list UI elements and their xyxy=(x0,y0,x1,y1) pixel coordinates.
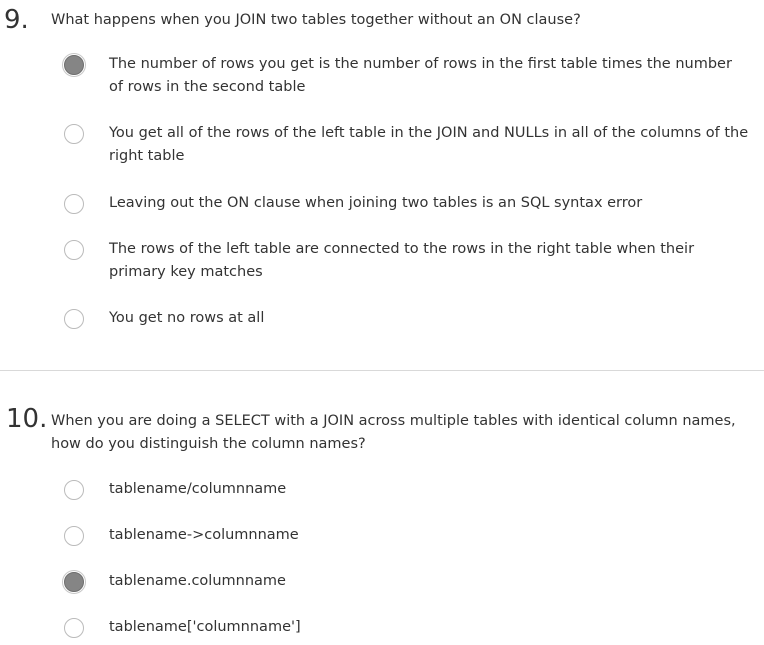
radio-button[interactable] xyxy=(64,480,84,500)
option-label: tablename.columnname xyxy=(109,573,286,589)
option-label: Leaving out the ON clause when joining t… xyxy=(109,195,643,211)
radio-button[interactable] xyxy=(64,124,84,144)
question-text: When you are doing a SELECT with a JOIN … xyxy=(51,413,736,452)
question-number: 9. xyxy=(4,5,29,35)
question-number: 10. xyxy=(6,404,48,434)
question-text: What happens when you JOIN two tables to… xyxy=(51,12,581,28)
radio-button[interactable] xyxy=(64,194,84,214)
option-label: tablename->columnname xyxy=(109,527,299,543)
radio-button-checked[interactable] xyxy=(62,570,86,594)
option-label: The number of rows you get is the number… xyxy=(109,56,732,95)
option-label: The rows of the left table are connected… xyxy=(109,241,695,280)
question-10: 10. When you are doing a SELECT with a J… xyxy=(0,371,764,645)
radio-button[interactable] xyxy=(64,526,84,546)
radio-button[interactable] xyxy=(64,240,84,260)
question-9: 9. What happens when you JOIN two tables… xyxy=(0,0,764,370)
option-label: tablename/columnname xyxy=(109,481,287,497)
radio-button-checked[interactable] xyxy=(62,53,86,77)
option-label: You get no rows at all xyxy=(109,310,265,326)
option-label: tablename['columnname'] xyxy=(109,619,301,635)
radio-button[interactable] xyxy=(64,618,84,638)
option-label: You get all of the rows of the left tabl… xyxy=(109,125,749,164)
radio-button[interactable] xyxy=(64,309,84,329)
